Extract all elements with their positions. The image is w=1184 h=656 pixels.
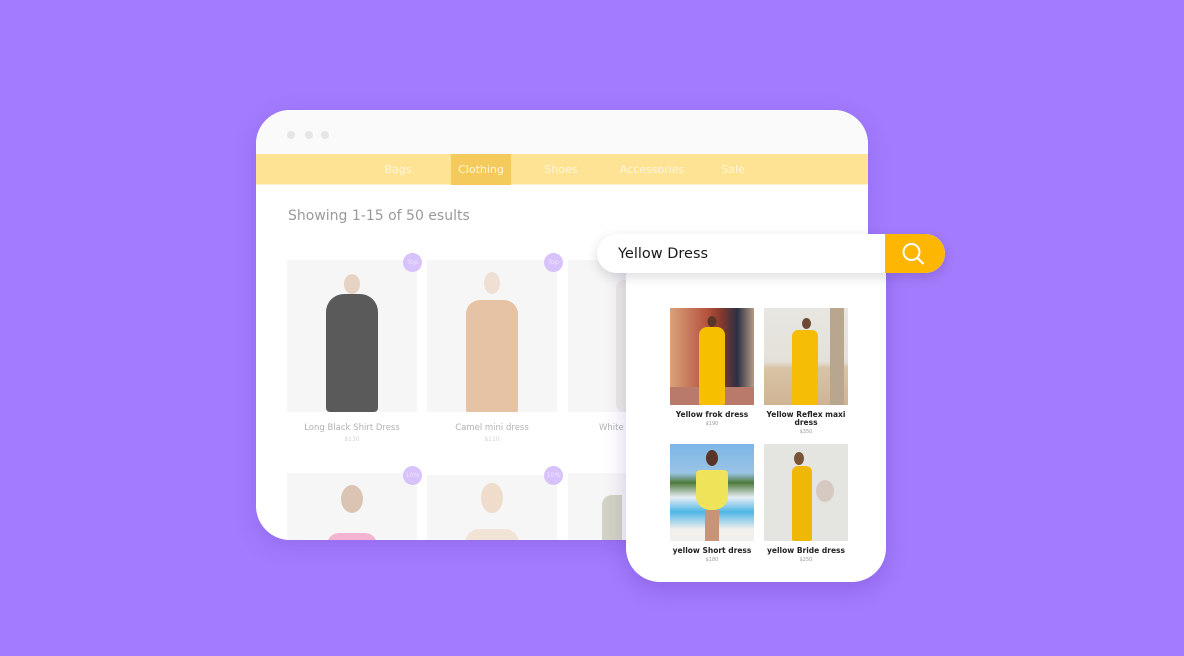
product-badge: Top: [544, 253, 563, 272]
product-image[interactable]: [427, 260, 557, 412]
search-input[interactable]: [597, 234, 887, 273]
search-result-price: $190: [705, 421, 719, 427]
search-results-panel: Yellow frok dress $190 Yellow Reflex max…: [626, 250, 886, 582]
window-control-dot[interactable]: [305, 131, 313, 139]
product-price: $110: [484, 436, 500, 443]
product-card[interactable]: Long Black Shirt Dress $130: [287, 260, 417, 443]
nav-item-shoes[interactable]: Shoes: [536, 154, 586, 185]
product-name[interactable]: Long Black Shirt Dress: [287, 423, 417, 433]
product-badge: 10%: [544, 466, 563, 485]
nav-item-bags[interactable]: Bags: [373, 154, 423, 185]
nav-item-clothing[interactable]: Clothing: [451, 154, 511, 185]
search-button[interactable]: [885, 234, 945, 273]
product-image[interactable]: [287, 473, 417, 540]
search-result-name[interactable]: Yellow frok dress: [670, 411, 754, 419]
product-name[interactable]: Camel mini dress: [427, 423, 557, 433]
product-card[interactable]: [427, 475, 557, 540]
product-card[interactable]: Camel mini dress $110: [427, 260, 557, 443]
search-result-name[interactable]: Yellow Reflex maxi dress: [764, 411, 848, 427]
results-count: Showing 1-15 of 50 esults: [288, 208, 470, 224]
search-result-name[interactable]: yellow Short dress: [670, 547, 754, 555]
search-result-price: $180: [705, 557, 719, 563]
window-titlebar: [256, 110, 868, 154]
product-badge: 10%: [403, 466, 422, 485]
window-control-dot[interactable]: [321, 131, 329, 139]
product-price: $130: [344, 436, 360, 443]
nav-item-sale[interactable]: Sale: [716, 154, 750, 185]
search-result-item[interactable]: Yellow Reflex maxi dress $350: [764, 308, 848, 435]
search-bar: [597, 234, 945, 273]
product-image[interactable]: [287, 260, 417, 412]
search-result-name[interactable]: yellow Bride dress: [764, 547, 848, 555]
search-icon: [902, 243, 925, 265]
product-card[interactable]: [287, 473, 417, 540]
product-badge: Top: [403, 253, 422, 272]
nav-item-accessories[interactable]: Accessories: [616, 154, 688, 185]
search-result-price: $250: [799, 557, 813, 563]
window-control-dot[interactable]: [287, 131, 295, 139]
search-result-image[interactable]: [670, 308, 754, 405]
category-nav: Bags Clothing Shoes Accessories Sale: [256, 154, 868, 185]
product-image[interactable]: [427, 475, 557, 540]
search-result-image[interactable]: [764, 308, 848, 405]
search-result-price: $350: [799, 429, 813, 435]
search-result-image[interactable]: [764, 444, 848, 541]
search-result-image[interactable]: [670, 444, 754, 541]
search-result-item[interactable]: yellow Bride dress $250: [764, 444, 848, 563]
search-result-item[interactable]: Yellow frok dress $190: [670, 308, 754, 427]
search-result-item[interactable]: yellow Short dress $180: [670, 444, 754, 563]
